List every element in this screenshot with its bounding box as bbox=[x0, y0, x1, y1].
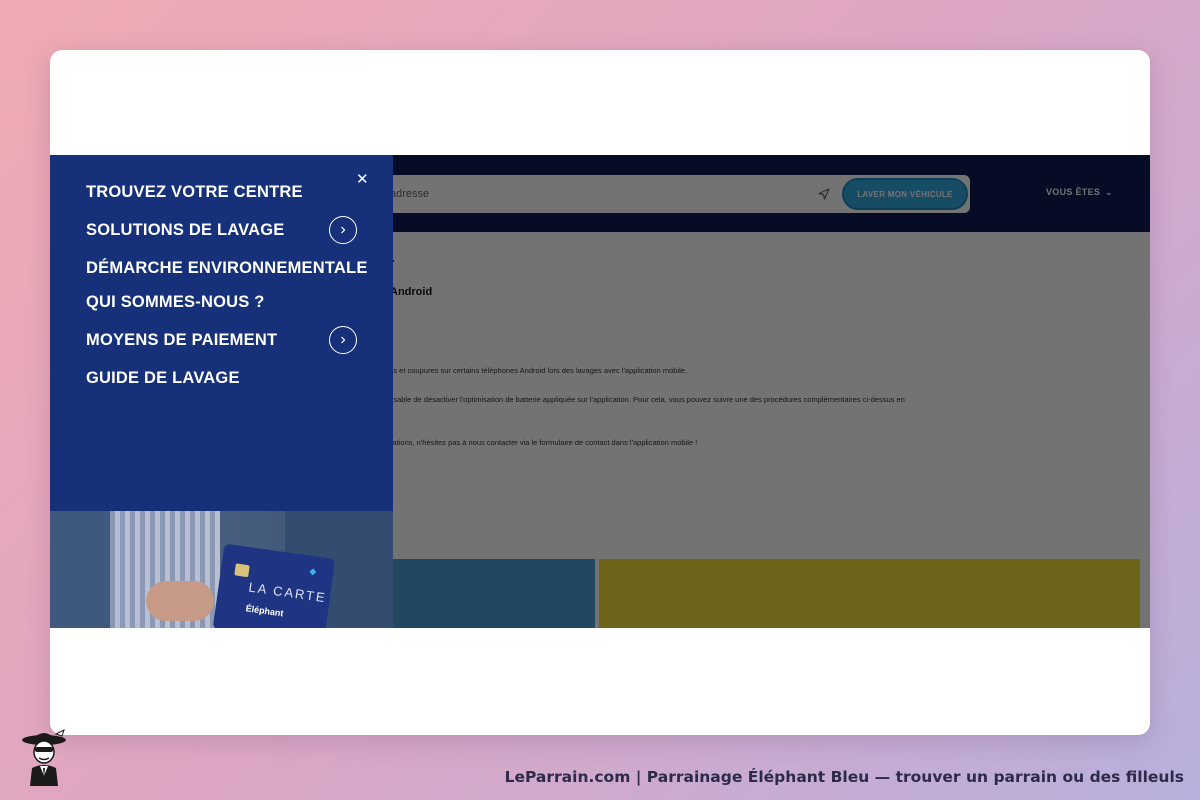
article-paragraph: ensable de désactiver l'optimisation de … bbox=[385, 395, 905, 404]
footer-attribution: LeParrain.com | Parrainage Éléphant Bleu… bbox=[504, 768, 1184, 786]
location-arrow-icon[interactable] bbox=[817, 187, 831, 201]
audience-dropdown-label: VOUS ÊTES bbox=[1046, 187, 1101, 197]
chevron-down-icon: ⌄ bbox=[1105, 188, 1113, 197]
menu-item-payment[interactable]: MOYENS DE PAIEMENT bbox=[86, 331, 277, 350]
side-menu: ✕ TROUVEZ VOTRE CENTRE SOLUTIONS DE LAVA… bbox=[50, 155, 393, 511]
promo-band-yellow bbox=[599, 559, 1140, 628]
loyalty-card-image: ◆ LA CARTE Éléphant bbox=[212, 543, 336, 628]
card-chip bbox=[234, 563, 250, 578]
article-paragraph: fications, n'hésitez pas à nous contacte… bbox=[385, 438, 698, 447]
screenshot-card: LAVER MON VÉHICULE VOUS ÊTES ⌄ Android on… bbox=[50, 50, 1150, 735]
menu-item-about-us[interactable]: QUI SOMMES-NOUS ? bbox=[86, 293, 265, 312]
promo-image[interactable]: ◆ LA CARTE Éléphant bbox=[50, 511, 393, 628]
close-icon[interactable]: ✕ bbox=[356, 171, 369, 189]
website-screenshot: LAVER MON VÉHICULE VOUS ÊTES ⌄ Android on… bbox=[50, 155, 1150, 628]
wash-vehicle-button[interactable]: LAVER MON VÉHICULE bbox=[842, 178, 968, 210]
menu-item-wash-solutions[interactable]: SOLUTIONS DE LAVAGE bbox=[86, 221, 284, 240]
card-title: LA CARTE bbox=[247, 579, 328, 606]
chevron-right-icon[interactable] bbox=[329, 216, 357, 244]
article-paragraph: ons et coupures sur certains téléphones … bbox=[385, 366, 688, 375]
menu-item-find-center[interactable]: TROUVEZ VOTRE CENTRE bbox=[86, 183, 303, 202]
article-title: Android bbox=[390, 286, 433, 298]
menu-item-wash-guide[interactable]: GUIDE DE LAVAGE bbox=[86, 369, 240, 388]
menu-item-environment[interactable]: DÉMARCHE ENVIRONNEMENTALE bbox=[86, 259, 368, 278]
chevron-right-icon[interactable] bbox=[329, 326, 357, 354]
leparrain-mascot-logo bbox=[22, 729, 66, 786]
elephant-logo-icon: ◆ bbox=[308, 565, 318, 577]
audience-dropdown[interactable]: VOUS ÊTES ⌄ bbox=[1046, 187, 1112, 197]
promo-hand bbox=[146, 581, 214, 621]
card-brand: Éléphant bbox=[245, 603, 285, 619]
